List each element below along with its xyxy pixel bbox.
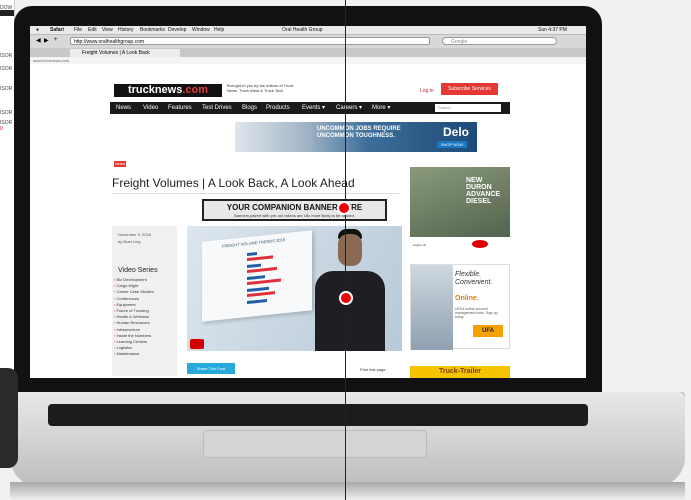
side-ad-oil-headline: NEW DURON ADVANCE DIESEL (466, 177, 501, 205)
companion-banner-headline: YOUR COMPANION BANNER HERE (226, 203, 363, 212)
nav-news[interactable]: News (116, 102, 131, 114)
site-search-input[interactable]: Search (435, 104, 501, 112)
laptop-keyboard (48, 404, 588, 426)
truck-photo (411, 265, 453, 350)
article-title: Freight Volumes | A Look Back, A Look Ah… (112, 176, 355, 190)
logo-text: trucknews (127, 84, 183, 96)
video-chart-bar (247, 275, 265, 281)
nav-video[interactable]: Video (143, 102, 158, 114)
shell-logo-icon (190, 339, 204, 349)
laptop-screen: ● Safari File Edit View History Bookmark… (30, 26, 586, 378)
article-author[interactable]: by Brad Ling (118, 239, 140, 244)
print-link[interactable]: Print this page (360, 367, 386, 372)
bg-text: ISOR (0, 86, 13, 92)
subscribe-button[interactable]: Subscribe Services (441, 83, 498, 95)
side-ad-oil[interactable]: NEW DURON ADVANCE DIESEL engine oil (410, 167, 510, 251)
menu-window[interactable]: Window (192, 27, 210, 33)
marker-dot (339, 291, 353, 305)
url-input[interactable]: http://www.oralhealthgroup.com (70, 37, 430, 45)
secondary-address: www.trucknews.com (30, 57, 586, 64)
back-icon[interactable]: ◀ (36, 37, 41, 44)
side-device (0, 368, 18, 468)
presenter-face (338, 234, 362, 266)
presenter-image (315, 271, 385, 351)
menu-view[interactable]: View (102, 27, 113, 33)
companion-banner[interactable]: YOUR COMPANION BANNER HERE Banners paire… (202, 199, 387, 221)
title-divider (112, 193, 400, 194)
ufa-logo: UFA (473, 325, 503, 337)
logo-suffix: .com (182, 84, 209, 96)
side-ad-oil-subtext: engine oil (413, 243, 426, 247)
video-chart-bar (247, 298, 267, 305)
browser-search-input[interactable]: Google (442, 37, 557, 45)
menu-develop[interactable]: Develop (168, 27, 186, 33)
nav-events[interactable]: Events ▾ (302, 102, 325, 114)
nav-test-drives[interactable]: Test Drives (202, 102, 232, 114)
video-chart-bar (247, 263, 261, 269)
site-logo[interactable]: trucknews.com (114, 84, 222, 97)
add-icon[interactable]: + (54, 37, 58, 43)
nav-products[interactable]: Products (266, 102, 290, 114)
forward-icon[interactable]: ▶ (44, 37, 49, 44)
ufa-line2: Online. (455, 295, 479, 302)
banner-ad[interactable]: UNCOMMON JOBS REQUIRE UNCOMMON TOUGHNESS… (235, 122, 477, 152)
ufa-small: UFA's online account management tools. S… (455, 307, 498, 319)
share-button[interactable]: Share This Post (187, 363, 235, 374)
video-chart-bar (247, 291, 275, 298)
video-chart-bar (247, 252, 257, 257)
bg-text: ISOR (0, 110, 13, 116)
tab-active[interactable]: Freight Volumes | A Look Back (70, 49, 180, 57)
nav-careers[interactable]: Careers ▾ (336, 102, 362, 114)
nav-more[interactable]: More ▾ (372, 102, 390, 114)
bg-window-titlebar (0, 10, 14, 16)
companion-banner-subtext: Banners paired with pre-roll videos are … (234, 213, 355, 218)
banner-ad-brand: Delo (442, 125, 469, 139)
brand-logo-icon (472, 240, 488, 248)
bg-text: ISOR (0, 66, 13, 72)
bg-text: ISOR (0, 53, 13, 59)
menu-file[interactable]: File (74, 27, 82, 33)
site-tagline: Brought to you by the editors of Truck N… (227, 83, 294, 93)
window-title: Oral Health Group (282, 27, 323, 33)
menu-app[interactable]: Safari (50, 27, 64, 33)
vertical-guide-line (345, 0, 346, 500)
side-ad-trailer[interactable]: Truck-Trailer (410, 366, 510, 378)
nav-blogs[interactable]: Blogs (242, 102, 257, 114)
nav-features[interactable]: Features (168, 102, 192, 114)
category-badge[interactable]: Video (114, 161, 126, 167)
video-series-list: Biz Development Cargo Might Carrier Case… (114, 277, 178, 358)
video-chart-bar (247, 266, 277, 274)
menu-help[interactable]: Help (214, 27, 224, 33)
article-date: November 9, 2018 (118, 232, 151, 237)
ufa-line1: Flexible. Convenient. (455, 271, 493, 286)
laptop-shadow (10, 482, 685, 500)
menu-history[interactable]: History (118, 27, 134, 33)
video-chart-title: FREIGHT VOLUME TRENDS 2018 (222, 237, 285, 249)
banner-ad-cta[interactable]: SHOP NOW (436, 141, 467, 148)
banner-ad-headline: UNCOMMON JOBS REQUIRE UNCOMMON TOUGHNESS… (317, 126, 401, 139)
background-window-strip: DOW ISOR ISOR ISOR ISOR ISOR 0 (0, 0, 15, 420)
video-chart-bar (247, 255, 273, 262)
menu-bookmarks[interactable]: Bookmarks (140, 27, 165, 33)
menubar-clock: Sun 4:37 PM (538, 27, 567, 33)
menu-edit[interactable]: Edit (88, 27, 97, 33)
bg-text: 0 (0, 126, 3, 132)
marker-dot (337, 201, 351, 215)
login-link[interactable]: Log in (420, 88, 434, 94)
laptop-trackpad (203, 430, 427, 458)
video-series-title: Video Series (118, 267, 158, 274)
mac-menubar: ● Safari File Edit View History Bookmark… (30, 26, 586, 35)
apple-menu-icon[interactable]: ● (36, 27, 39, 33)
video-chart-graphic: FREIGHT VOLUME TRENDS 2018 (202, 230, 312, 322)
series-item[interactable]: Maintenance (114, 351, 178, 357)
side-ad-ufa[interactable]: Flexible. Convenient. Online. UFA's onli… (410, 264, 510, 350)
